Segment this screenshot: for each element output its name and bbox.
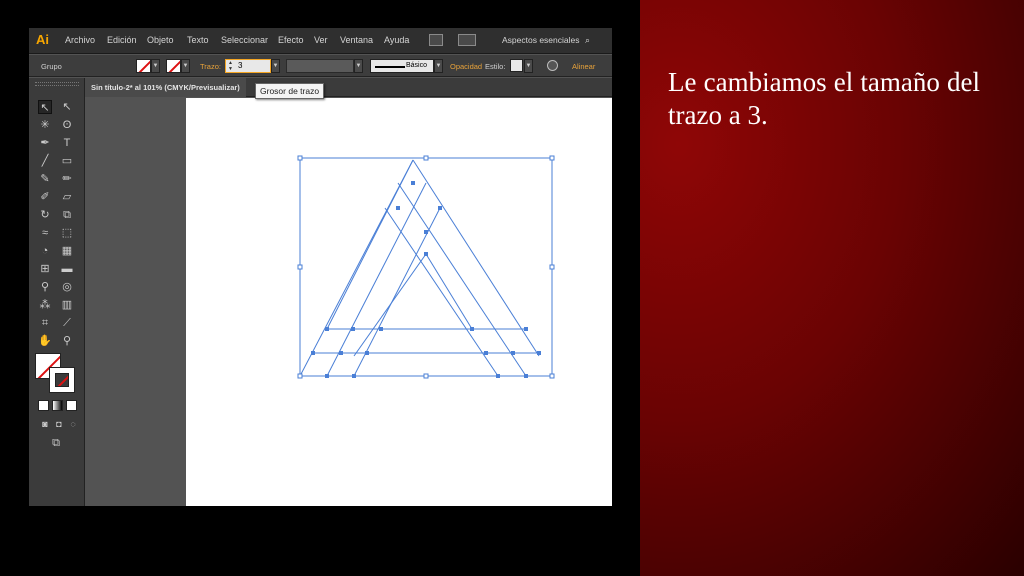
rectangle-tool-icon[interactable]: ▭ [60, 154, 74, 168]
gradient-mode-button[interactable] [52, 400, 63, 411]
illustrator-window: Ai Archivo Edición Objeto Texto Seleccio… [29, 28, 612, 506]
gradient-tool-icon[interactable]: ▬ [60, 262, 74, 276]
paintbrush-tool-icon[interactable]: ✎ [38, 172, 52, 186]
brush-line-preview [375, 66, 405, 68]
document-tabs: Sin título-2* al 101% (CMYK/Previsualiza… [85, 78, 612, 97]
chevron-down-icon[interactable]: ▼ [524, 59, 533, 73]
graphic-style-swatch[interactable] [510, 59, 523, 72]
chevron-down-icon[interactable]: ▼ [354, 59, 363, 73]
screen-mode-icon[interactable]: ⧉ [47, 436, 65, 450]
app-logo: Ai [36, 32, 49, 47]
pasteboard[interactable] [86, 98, 612, 506]
tools-panel: ↖ ↖ ✳ ʘ ✒ T ╱ ▭ ✎ ✏ ✐ ▱ ↻ ⧉ ≈ ⬚ ◔ ▦ ⊞ ▬ … [29, 78, 85, 506]
menu-texto[interactable]: Texto [187, 35, 209, 45]
fill-swatch[interactable] [136, 59, 151, 73]
mesh-tool-icon[interactable]: ⊞ [38, 262, 52, 276]
opacity-label[interactable]: Opacidad [450, 62, 482, 71]
menu-bar: Ai Archivo Edición Objeto Texto Seleccio… [29, 28, 612, 54]
artwork[interactable] [186, 98, 612, 506]
bounding-box [299, 157, 553, 377]
menu-objeto[interactable]: Objeto [147, 35, 174, 45]
search-icon[interactable]: ⌕ [585, 35, 590, 46]
artboard[interactable] [186, 98, 612, 506]
hand-tool-icon[interactable]: ✋ [38, 334, 52, 348]
stroke-weight-tooltip: Grosor de trazo [255, 83, 325, 99]
none-mode-button[interactable] [66, 400, 77, 411]
rotate-tool-icon[interactable]: ↻ [38, 208, 52, 222]
panel-grip[interactable] [35, 82, 79, 86]
impossible-triangle [299, 159, 552, 377]
eraser-tool-icon[interactable]: ▱ [60, 190, 74, 204]
pencil-tool-icon[interactable]: ✏ [60, 172, 74, 186]
perspective-grid-tool-icon[interactable]: ▦ [60, 244, 74, 258]
bridge-icon[interactable] [429, 34, 443, 46]
menu-ventana[interactable]: Ventana [340, 35, 373, 45]
variable-width-profile[interactable] [286, 59, 354, 73]
stroke-swatch[interactable] [166, 59, 181, 73]
blob-brush-tool-icon[interactable]: ✐ [38, 190, 52, 204]
caption-line-1: Le cambiamos el [668, 67, 854, 97]
stroke-stepper-icon[interactable]: ▲ ▼ [226, 60, 235, 72]
control-panel: Grupo ▼ ▼ Trazo: 3 ▲ ▼ ▼ ▼ Básico ▼ Opaci… [29, 55, 612, 77]
selection-tool-icon[interactable]: ↖ [38, 100, 52, 114]
selection-handles[interactable] [297, 155, 555, 379]
tab-document[interactable]: Sin título-2* al 101% (CMYK/Previsualiza… [85, 78, 246, 97]
stroke-label[interactable]: Trazo: [200, 62, 221, 71]
pen-tool-icon[interactable]: ✒ [38, 136, 52, 150]
stroke-color-inner [55, 373, 69, 387]
slice-tool-icon[interactable]: ⟋ [60, 316, 74, 330]
recolor-artwork-icon[interactable] [547, 60, 558, 71]
shape-builder-tool-icon[interactable]: ◔ [38, 244, 52, 258]
draw-inside-icon[interactable]: ◌ [66, 417, 80, 431]
type-tool-icon[interactable]: T [60, 136, 74, 150]
slide-caption-panel: Le cambiamos el tamaño del trazo a 3. [640, 0, 1024, 576]
magic-wand-tool-icon[interactable]: ✳ [38, 118, 52, 132]
anchor-points [311, 181, 541, 378]
menu-edicion[interactable]: Edición [107, 35, 137, 45]
stroke-color-box[interactable] [49, 367, 75, 393]
align-label[interactable]: Alinear [572, 62, 595, 71]
brush-definition[interactable]: Básico [370, 59, 434, 73]
blend-tool-icon[interactable]: ◎ [60, 280, 74, 294]
workspace-switcher[interactable]: Aspectos esenciales [502, 35, 580, 45]
menu-efecto[interactable]: Efecto [278, 35, 304, 45]
menu-seleccionar[interactable]: Seleccionar [221, 35, 268, 45]
color-mode-button[interactable] [38, 400, 49, 411]
direct-selection-tool-icon[interactable]: ↖ [60, 100, 74, 114]
free-transform-tool-icon[interactable]: ⬚ [60, 226, 74, 240]
menu-ayuda[interactable]: Ayuda [384, 35, 409, 45]
lasso-tool-icon[interactable]: ʘ [60, 118, 74, 132]
draw-behind-icon[interactable]: ◘ [52, 417, 66, 431]
chevron-down-icon[interactable]: ▼ [151, 59, 160, 73]
brush-label: Básico [405, 62, 427, 69]
selection-type-label: Grupo [41, 62, 62, 71]
symbol-sprayer-tool-icon[interactable]: ⁂ [38, 298, 52, 312]
chevron-down-icon[interactable]: ▼ [434, 59, 443, 73]
menu-ver[interactable]: Ver [314, 35, 328, 45]
line-tool-icon[interactable]: ╱ [38, 154, 52, 168]
menu-archivo[interactable]: Archivo [65, 35, 95, 45]
eyedropper-tool-icon[interactable]: ⚲ [38, 280, 52, 294]
scale-tool-icon[interactable]: ⧉ [60, 208, 74, 222]
chevron-down-icon[interactable]: ▼ [271, 59, 280, 73]
graph-tool-icon[interactable]: ▥ [60, 298, 74, 312]
zoom-tool-icon[interactable]: ⚲ [60, 334, 74, 348]
draw-normal-icon[interactable]: ◙ [38, 417, 52, 431]
warp-tool-icon[interactable]: ≈ [38, 226, 52, 240]
style-label: Estilo: [485, 62, 506, 71]
slide-caption: Le cambiamos el tamaño del trazo a 3. [668, 66, 980, 132]
arrange-documents-icon[interactable] [458, 34, 476, 46]
artboard-tool-icon[interactable]: ⌗ [38, 316, 52, 330]
chevron-down-icon[interactable]: ▼ [181, 59, 190, 73]
